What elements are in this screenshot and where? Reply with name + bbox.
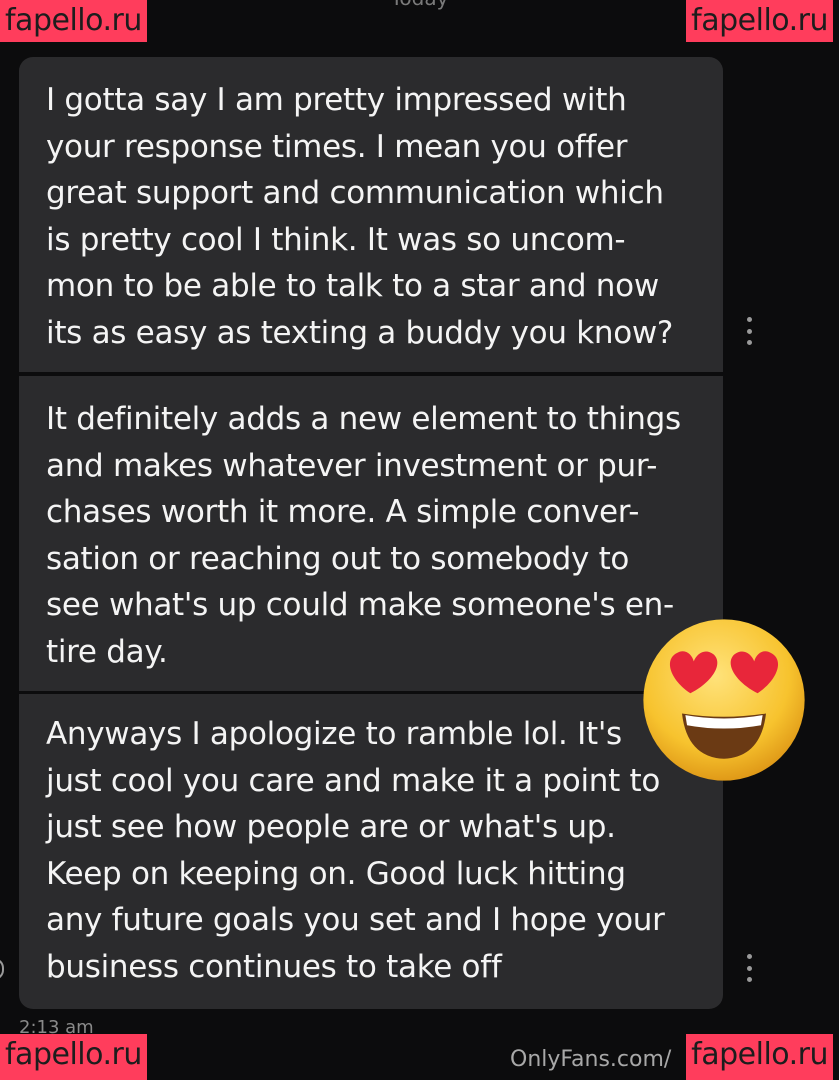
message-options-button[interactable] [740, 954, 758, 982]
message-line: tire day. [46, 633, 168, 670]
more-vertical-icon [746, 954, 752, 959]
message-options-button[interactable] [740, 317, 758, 345]
message-line: mon to be able to talk to a star and now [46, 268, 659, 304]
message-line: Keep on keeping on. Good luck hitting [46, 855, 626, 892]
message-line: see what's up could make someone's en- [46, 587, 674, 623]
message-line: is pretty cool I think. It was so uncom- [46, 221, 626, 258]
more-dot [746, 340, 752, 345]
message-line: just cool you care and make it a point t… [46, 762, 661, 799]
more-dot [746, 965, 752, 971]
watermark-label: fapello.ru [686, 1034, 833, 1080]
message-line: chases worth it more. A simple conver- [46, 494, 640, 530]
message-line: great support and communication which [46, 175, 664, 211]
message-line: I gotta say I am pretty impressed with [46, 82, 627, 118]
message-bubble-3[interactable]: Anyways I apologize to ramble lol. It's … [19, 694, 723, 1009]
read-receipt-icon [0, 958, 4, 980]
message-line: sation or reaching out to somebody to [46, 540, 630, 577]
more-dot [746, 328, 752, 334]
watermark-label: fapello.ru [0, 0, 147, 42]
message-bubble-1[interactable]: I gotta say I am pretty impressed with y… [19, 57, 723, 372]
message-line: It definitely adds a new element to thin… [46, 401, 681, 437]
site-footer-text: OnlyFans.com/ [510, 1047, 672, 1072]
more-dot [746, 977, 752, 982]
message-line: any future goals you set and I hope your [46, 902, 665, 938]
more-vertical-icon [746, 317, 752, 322]
message-line: just see how people are or what's up. [46, 809, 616, 845]
heart-eyes-emoji-icon [643, 619, 805, 781]
watermark-label: fapello.ru [0, 1034, 147, 1080]
watermark-label: fapello.ru [686, 0, 833, 42]
message-line: its as easy as texting a buddy you know? [46, 314, 674, 351]
message-line: business continues to take off [46, 948, 502, 985]
message-line: Anyways I apologize to ramble lol. It's [46, 716, 622, 752]
message-line: and makes whatever investment or pur- [46, 447, 658, 484]
message-line: your response times. I mean you offer [46, 128, 628, 165]
message-bubble-2[interactable]: It definitely adds a new element to thin… [19, 376, 723, 691]
